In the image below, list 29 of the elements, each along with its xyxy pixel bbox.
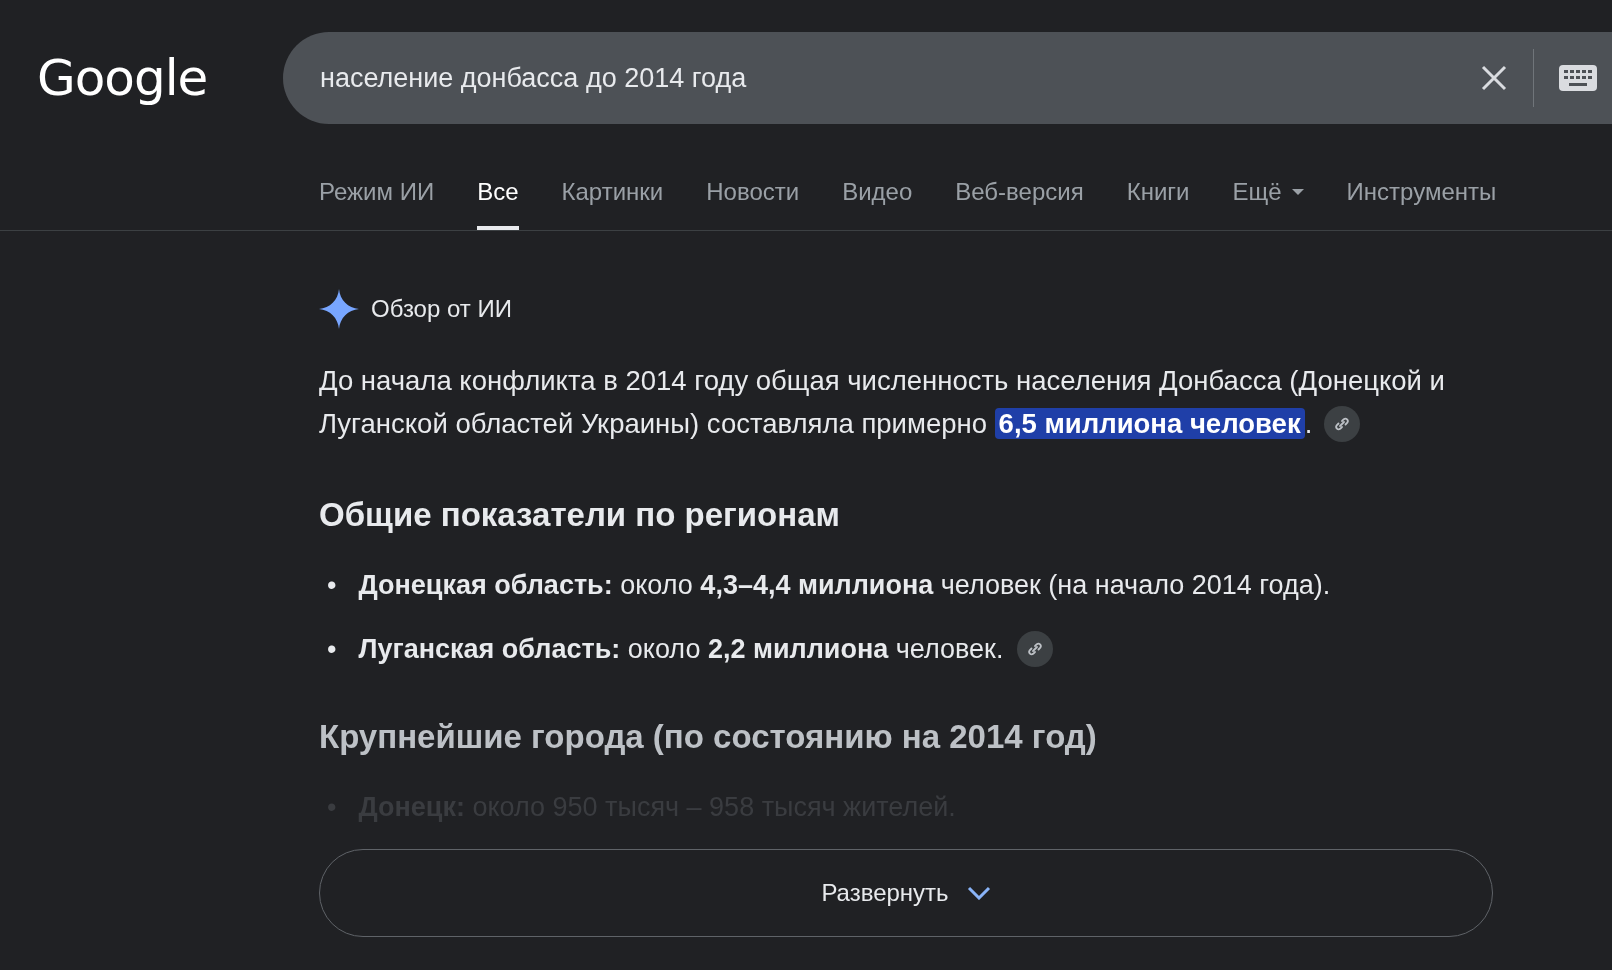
- section-heading: Общие показатели по регионам: [319, 495, 841, 535]
- sparkle-icon: [319, 289, 359, 329]
- chevron-down-icon: [966, 886, 991, 900]
- tools-button[interactable]: Инструменты: [1346, 124, 1497, 230]
- list-item: Донецкая область: около 4,3–4,4 миллиона человек (на начало 2014 года).: [358, 569, 1331, 602]
- list-item: Луганская область: около 2,2 миллиона человек.: [358, 633, 1004, 666]
- overview-title: Обзор от ИИ: [371, 295, 512, 323]
- tab[interactable]: Книги: [1126, 124, 1190, 230]
- tab[interactable]: Новости: [706, 124, 800, 230]
- more-tab[interactable]: Ещё: [1232, 124, 1304, 230]
- tab[interactable]: Веб-версия: [955, 124, 1084, 230]
- link-icon[interactable]: [1017, 631, 1054, 667]
- caret-icon: [1291, 189, 1304, 195]
- bullet: •: [327, 791, 337, 824]
- tab[interactable]: Все: [477, 124, 519, 230]
- overview-paragraph: До начала конфликта в 2014 году общая численность населения Донбасса (Донецкой и Луганской областей Украины) составляла примерно 6,5 миллиона человек.: [319, 364, 1446, 441]
- tab[interactable]: Картинки: [561, 124, 664, 230]
- search-field[interactable]: население донбасса до 2014 года: [283, 32, 1612, 124]
- bullet: •: [327, 569, 337, 602]
- expand-button[interactable]: Развернуть: [319, 849, 1493, 937]
- tab[interactable]: Режим ИИ: [319, 124, 435, 230]
- tab[interactable]: Видео: [842, 124, 913, 230]
- link-icon[interactable]: [1324, 405, 1361, 442]
- keyboard-icon[interactable]: [1559, 65, 1597, 91]
- section-heading: Крупнейшие города (по состоянию на 2014 год): [319, 717, 1098, 757]
- bullet: •: [327, 633, 337, 666]
- google-logo[interactable]: Google: [0, 49, 283, 107]
- close-icon[interactable]: [1481, 65, 1507, 91]
- search-query: население донбасса до 2014 года: [320, 62, 748, 94]
